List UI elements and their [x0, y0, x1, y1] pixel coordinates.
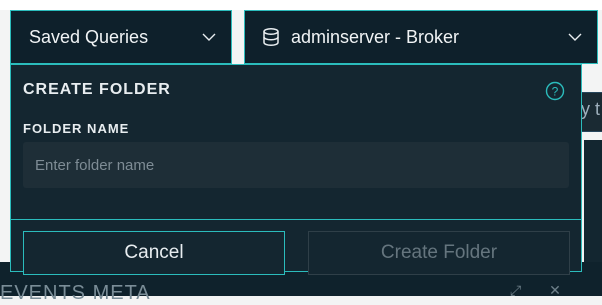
folder-name-input[interactable] [23, 142, 569, 188]
page-title-strip [0, 0, 602, 10]
dialog-divider [11, 219, 581, 220]
saved-queries-label: Saved Queries [29, 26, 149, 47]
folder-name-label: FOLDER NAME [23, 121, 130, 136]
background-query-input-text: y t [581, 99, 601, 119]
background-panel [584, 140, 602, 280]
panel-window-controls[interactable]: ⤢ ✕ [510, 282, 561, 299]
database-icon [263, 27, 279, 47]
chevron-down-icon [568, 33, 582, 41]
svg-text:?: ? [552, 85, 559, 99]
events-meta-heading: EVENTS META [0, 282, 151, 304]
saved-queries-dropdown[interactable]: Saved Queries [10, 10, 232, 64]
cancel-button[interactable]: Cancel [23, 231, 285, 275]
help-icon[interactable]: ? [545, 81, 565, 101]
create-folder-dialog: CREATE FOLDER ? FOLDER NAME Cancel Creat… [10, 64, 582, 275]
chevron-down-icon [202, 33, 216, 41]
server-label: adminserver - Broker [291, 26, 460, 47]
server-selector-dropdown[interactable]: adminserver - Broker [244, 10, 598, 64]
create-folder-button[interactable]: Create Folder [308, 231, 570, 275]
dialog-title: CREATE FOLDER [23, 81, 171, 98]
